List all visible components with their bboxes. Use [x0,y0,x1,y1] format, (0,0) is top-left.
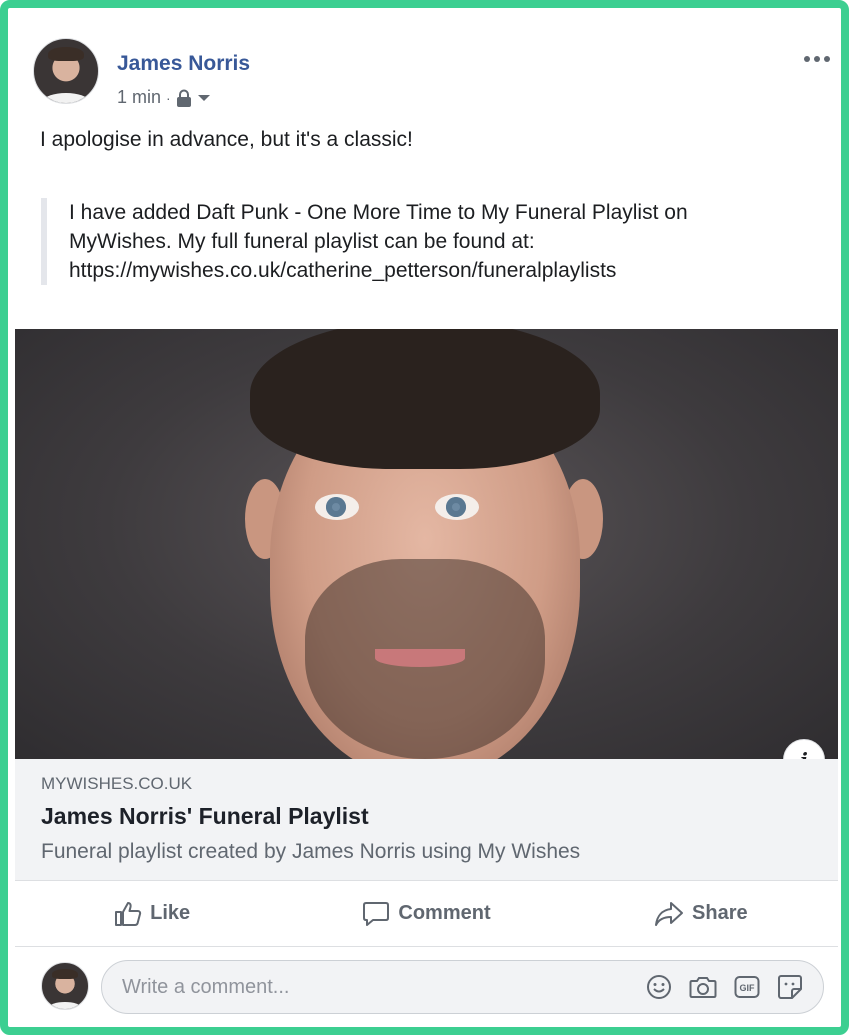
author-avatar[interactable] [33,38,99,104]
post-text: I apologise in advance, but it's a class… [40,128,413,151]
post-header: James Norris 1 min · [15,15,838,125]
comment-button[interactable]: Comment [289,881,563,946]
speech-bubble-icon [362,901,390,927]
comment-box[interactable]: GIF [101,960,824,1014]
user-avatar[interactable] [41,962,89,1010]
post-time[interactable]: 1 min [117,87,161,108]
share-label: Share [692,902,748,924]
more-options-icon[interactable] [800,52,830,66]
post-meta: 1 min · [117,87,211,108]
action-bar: Like Comment Share [15,881,838,947]
quoted-text: I have added Daft Punk - One More Time t… [41,198,801,285]
like-label: Like [150,902,191,924]
link-title[interactable]: James Norris' Funeral Playlist [41,803,369,830]
author-name[interactable]: James Norris [117,52,250,76]
svg-text:GIF: GIF [740,983,756,993]
comment-label: Comment [398,902,491,924]
sticker-icon[interactable] [777,974,803,1000]
link-description: Funeral playlist created by James Norris… [41,840,581,863]
like-button[interactable]: Like [15,881,289,946]
share-button[interactable]: Share [564,881,838,946]
lock-icon [176,89,192,107]
link-preview-image[interactable] [15,329,838,759]
post-frame: James Norris 1 min · I apologise in adva… [0,0,849,1035]
share-arrow-icon [654,901,684,927]
link-domain: MYWISHES.CO.UK [41,774,193,793]
chevron-down-icon[interactable] [197,93,211,103]
smiley-icon[interactable] [646,974,672,1000]
link-preview-meta[interactable]: MYWISHES.CO.UK James Norris' Funeral Pla… [15,759,838,881]
thumbs-up-icon [114,901,142,927]
gif-icon[interactable]: GIF [734,975,760,999]
comment-composer: GIF [15,947,838,1026]
post-card: James Norris 1 min · I apologise in adva… [15,15,838,1026]
comment-input[interactable] [122,961,602,1013]
quote-line: I have added Daft Punk - One More Time t… [69,201,688,224]
meta-separator: · [166,89,171,106]
camera-icon[interactable] [689,975,717,999]
quote-line: MyWishes. My full funeral playlist can b… [69,230,535,253]
comment-tools: GIF [646,974,803,1000]
quote-line[interactable]: https://mywishes.co.uk/catherine_petters… [69,256,801,285]
